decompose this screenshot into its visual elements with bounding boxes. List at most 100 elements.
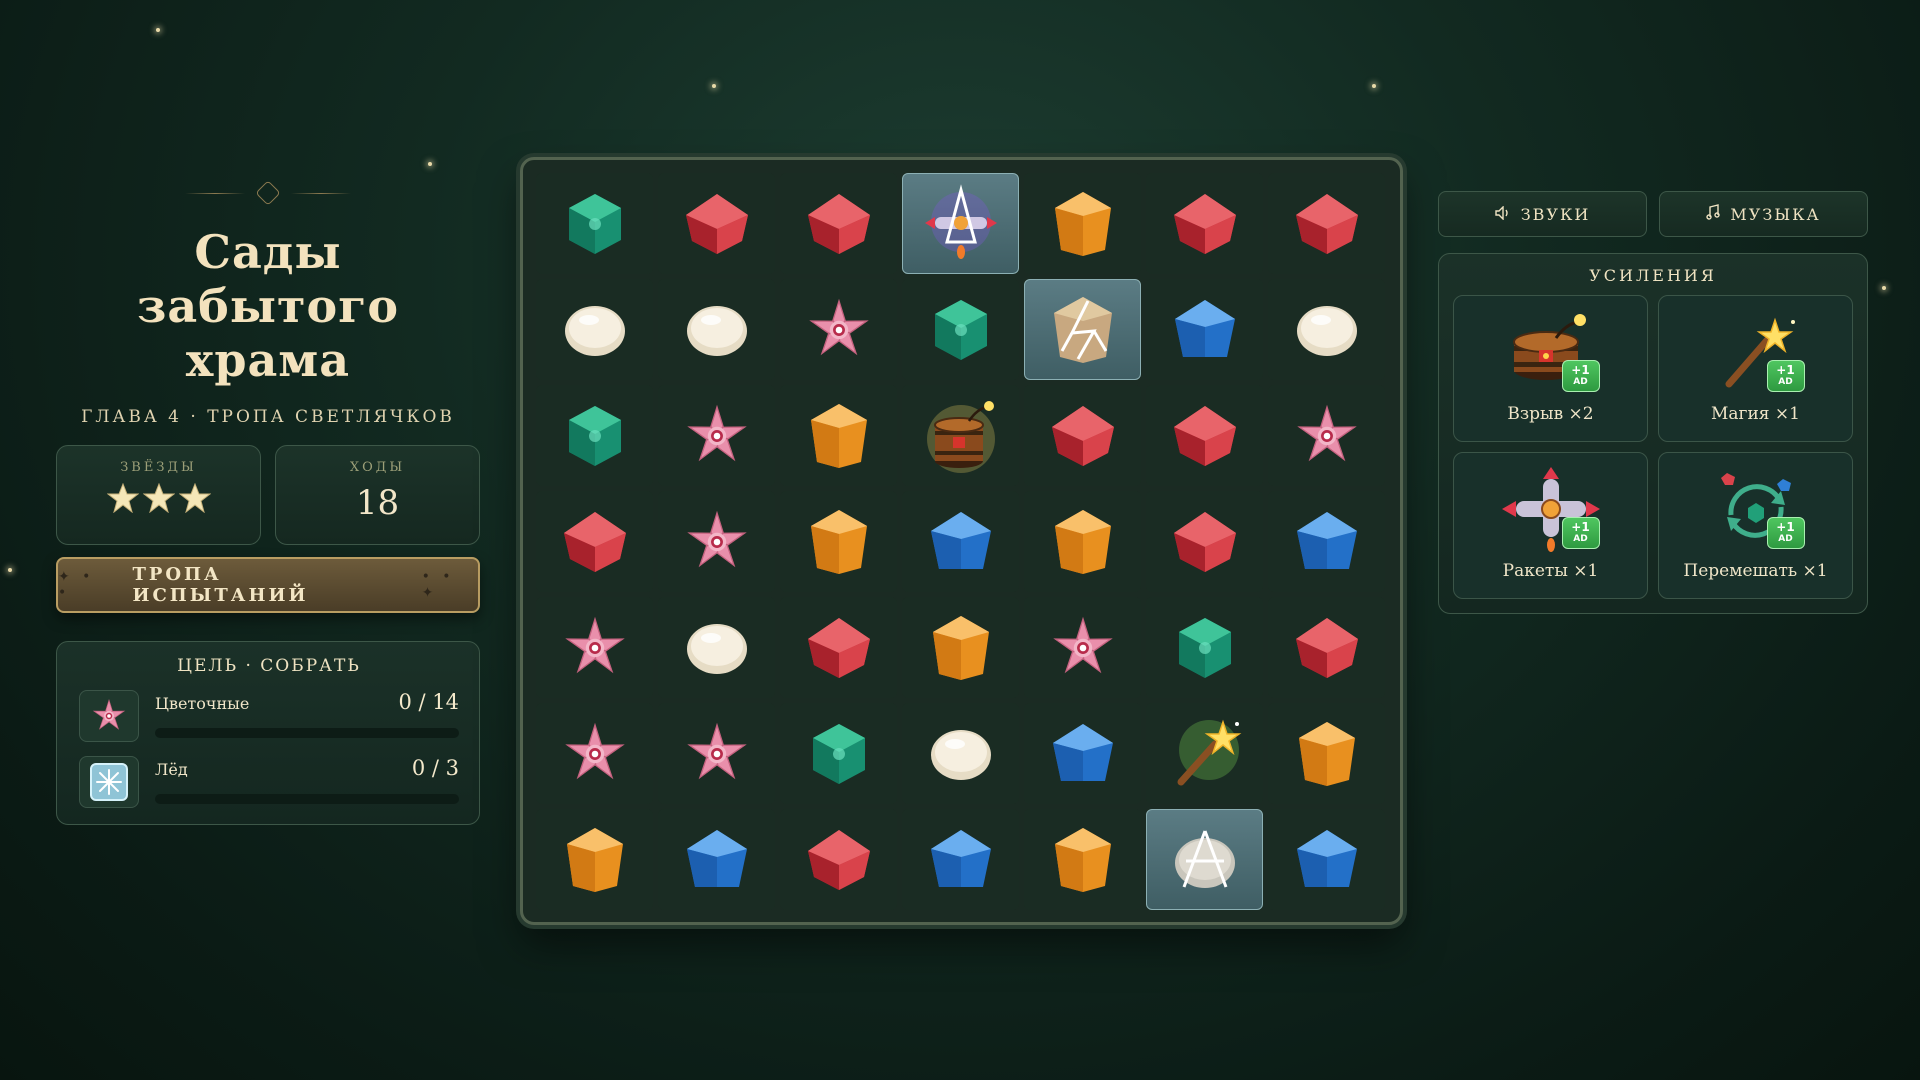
board-cell[interactable] <box>902 809 1019 910</box>
board-cell[interactable] <box>536 173 653 274</box>
board-cell[interactable] <box>536 491 653 592</box>
board-cell[interactable] <box>902 491 1019 592</box>
board-cell[interactable] <box>780 597 897 698</box>
red-gem-icon <box>804 615 874 681</box>
board-cell[interactable] <box>658 597 775 698</box>
board-cell[interactable] <box>780 809 897 910</box>
board-cell[interactable] <box>658 385 775 486</box>
board-cell[interactable] <box>658 491 775 592</box>
board-cell[interactable] <box>1024 491 1141 592</box>
board-cell[interactable] <box>1268 703 1385 804</box>
board-cell[interactable] <box>1146 703 1263 804</box>
boosters-panel: УСИЛЕНИЯ +1 AD Взрыв ×2 +1 AD Магия ×1 +… <box>1438 253 1868 614</box>
board-cell[interactable] <box>1024 703 1141 804</box>
board-cell[interactable] <box>1268 597 1385 698</box>
flower-icon <box>684 403 750 469</box>
red-gem-icon <box>1292 615 1362 681</box>
orange-gem-icon <box>809 508 869 576</box>
stars-rating <box>57 483 260 513</box>
board-cell[interactable] <box>780 279 897 380</box>
board-cell[interactable] <box>536 597 653 698</box>
flower-icon <box>562 615 628 681</box>
orange-gem-icon <box>1297 720 1357 788</box>
sparkle <box>712 84 716 88</box>
board-cell[interactable] <box>536 703 653 804</box>
music-toggle-button[interactable]: МУЗЫКА <box>1659 191 1868 237</box>
board-cell[interactable] <box>1024 597 1141 698</box>
board-cell[interactable] <box>1146 597 1263 698</box>
trial-path-button[interactable]: ✦ • • ТРОПА ИСПЫТАНИЙ • • ✦ <box>56 557 480 613</box>
sparkle <box>1882 286 1886 290</box>
board-cell[interactable] <box>1146 173 1263 274</box>
board-cell[interactable] <box>536 279 653 380</box>
board-cell[interactable] <box>902 703 1019 804</box>
orange-gem-icon <box>1053 508 1113 576</box>
goal-name: Цветочные <box>155 694 250 713</box>
red-gem-icon <box>1170 509 1240 575</box>
board-cell[interactable] <box>658 809 775 910</box>
sparkle <box>156 28 160 32</box>
board-cell[interactable] <box>780 491 897 592</box>
board-cell[interactable] <box>1146 809 1263 910</box>
board-cell[interactable] <box>780 703 897 804</box>
board-cell[interactable] <box>1146 491 1263 592</box>
moves-value: 18 <box>355 483 400 523</box>
board-cell[interactable] <box>536 385 653 486</box>
board-cell[interactable] <box>1268 279 1385 380</box>
star-icon <box>142 483 175 513</box>
level-title-line2: храма <box>185 333 351 387</box>
board-cell[interactable] <box>902 385 1019 486</box>
orange-gem-icon <box>931 614 991 682</box>
board-cell[interactable] <box>536 809 653 910</box>
board-cell[interactable] <box>780 173 897 274</box>
hexagon-icon <box>255 180 281 206</box>
board-cell[interactable] <box>1268 809 1385 910</box>
goal-count: 0 / 14 <box>398 690 459 714</box>
board-cell[interactable] <box>1024 279 1141 380</box>
board-cell[interactable] <box>780 385 897 486</box>
board-cell[interactable] <box>1024 173 1141 274</box>
pearl-icon <box>563 302 627 358</box>
rocket-icon: +1 AD <box>1496 465 1606 553</box>
side-panel: ЗВУКИ МУЗЫКА УСИЛЕНИЯ +1 AD Взрыв ×2 +1 … <box>1438 191 1868 614</box>
board-cell[interactable] <box>1268 491 1385 592</box>
board-cell[interactable] <box>1146 279 1263 380</box>
board-cell[interactable] <box>658 703 775 804</box>
moves-label: ХОДЫ <box>349 460 406 475</box>
shuffle-icon: +1 AD <box>1701 465 1811 553</box>
green-gem-icon <box>933 298 989 362</box>
board-cell[interactable] <box>658 279 775 380</box>
board-cell[interactable] <box>1268 173 1385 274</box>
board-cell[interactable] <box>1024 809 1141 910</box>
sounds-label: ЗВУКИ <box>1520 204 1591 224</box>
board-cell[interactable] <box>902 279 1019 380</box>
pearl-icon <box>685 302 749 358</box>
board-cell[interactable] <box>902 173 1019 274</box>
ornament-right-icon: • • ✦ <box>421 569 455 601</box>
board-cell[interactable] <box>1268 385 1385 486</box>
goal-name: Лёд <box>155 760 188 779</box>
booster-bomb[interactable]: +1 AD Взрыв ×2 <box>1453 295 1648 442</box>
board-cell[interactable] <box>902 597 1019 698</box>
booster-magic[interactable]: +1 AD Магия ×1 <box>1658 295 1853 442</box>
trial-path-label: ТРОПА ИСПЫТАНИЙ <box>132 564 309 606</box>
sounds-toggle-button[interactable]: ЗВУКИ <box>1438 191 1647 237</box>
orange-gem-icon <box>809 402 869 470</box>
star-icon <box>106 483 139 513</box>
booster-shuffle[interactable]: +1 AD Перемешать ×1 <box>1658 452 1853 599</box>
flower-icon <box>79 690 139 742</box>
goal-item-flowers: Цветочные 0 / 14 <box>79 690 459 742</box>
green-gem-icon <box>1177 616 1233 680</box>
booster-rockets[interactable]: +1 AD Ракеты ×1 <box>1453 452 1648 599</box>
red-gem-icon <box>1170 191 1240 257</box>
game-board <box>520 157 1403 925</box>
blue-gem-icon <box>684 827 750 893</box>
orange-gem-icon <box>565 826 625 894</box>
board-cell[interactable] <box>1146 385 1263 486</box>
board-cell[interactable] <box>658 173 775 274</box>
boosters-heading: УСИЛЕНИЯ <box>1589 266 1717 285</box>
level-info-panel: Сады забытого храма ГЛАВА 4 · ТРОПА СВЕТ… <box>56 175 480 825</box>
board-cell[interactable] <box>1024 385 1141 486</box>
sparkle <box>1372 84 1376 88</box>
booster-label: Ракеты ×1 <box>1502 561 1599 581</box>
